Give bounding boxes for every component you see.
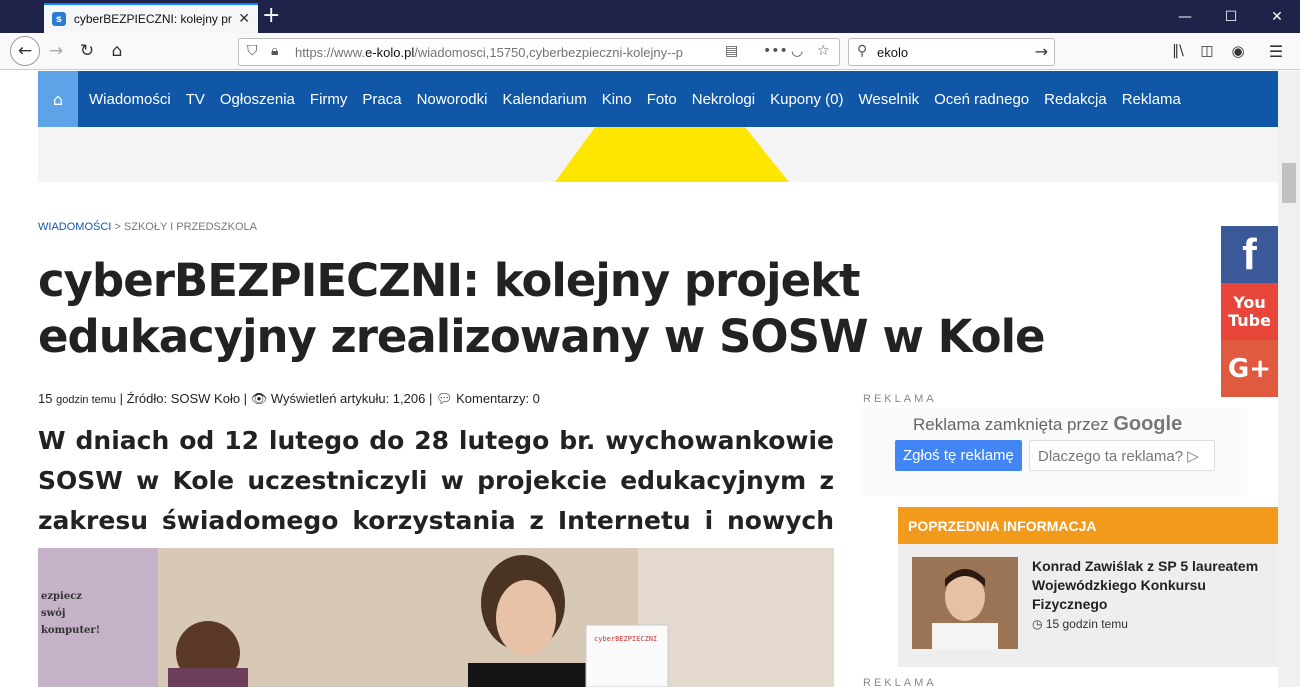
main-nav: ⌂ Wiadomości TV Ogłoszenia Firmy Praca N… [38,71,1278,127]
previous-news-thumbnail[interactable] [912,557,1018,649]
menu-icon[interactable]: ☰ [1262,37,1290,65]
web-page: ⌂ Wiadomości TV Ogłoszenia Firmy Praca N… [5,71,1278,687]
photo-illustration [38,548,834,687]
url-text[interactable]: https://www.e-kolo.pl/wiadomosci,15750,c… [295,45,705,60]
why-this-ad-button[interactable]: Dlaczego ta reklama? ▷ [1029,440,1215,471]
previous-news-time: ◷ 15 godzin temu [1032,617,1128,631]
thumbnail-illustration [912,557,1018,649]
home-nav-icon[interactable]: ⌂ [38,71,78,127]
browser-toolbar: ← → ↻ ⌂ ⛉ 🔒︎ https://www.e-kolo.pl/wiado… [0,33,1300,70]
ad-label-2: REKLAMA [863,677,937,687]
article-photo[interactable]: ezpiecz swój komputer! cyberBEZPIECZNI [38,548,834,687]
previous-news-title[interactable]: Konrad Zawiślak z SP 5 laureatem Wojewód… [1032,557,1262,614]
lock-icon[interactable]: 🔒︎ [271,43,278,59]
new-tab-icon[interactable]: + [262,4,280,28]
article-title: cyberBEZPIECZNI: kolejny projekt edukacy… [38,254,1046,363]
shield-icon[interactable]: ⛉ [247,43,258,59]
browser-tab[interactable]: s cyberBEZPIECZNI: kolejny proje ✕ [44,3,258,33]
reader-view-icon[interactable]: ▤ [725,43,738,59]
nav-item-noworodki[interactable]: Noworodki [417,91,488,108]
page-actions-icon[interactable]: ••• [763,43,788,59]
previous-news-box: POPRZEDNIA INFORMACJA Konrad Zawiślak z … [898,507,1278,667]
ad-label: REKLAMA [863,393,937,405]
nav-item-weselnik[interactable]: Weselnik [858,91,919,108]
scrollbar-thumb[interactable] [1282,163,1296,203]
back-icon[interactable]: ← [10,36,40,66]
nav-item-ogloszenia[interactable]: Ogłoszenia [220,91,295,108]
maximize-icon[interactable]: ☐ [1208,0,1254,33]
ad-slot: Reklama zamknięta przez Google Zgłoś tę … [863,408,1247,496]
meta-comments[interactable]: Komentarzy: 0 [456,391,540,406]
photo-card-text: cyberBEZPIECZNI [594,635,658,643]
nav-item-nekrologi[interactable]: Nekrologi [692,91,755,108]
search-go-icon[interactable]: → [1035,42,1048,61]
nav-item-tv[interactable]: TV [186,91,205,108]
googleplus-icon[interactable]: G+ [1221,340,1278,397]
meta-views: Wyświetleń artykułu: 1,206 | [270,391,433,406]
bookmark-star-icon[interactable]: ☆ [817,43,830,59]
facebook-icon[interactable]: f [1221,226,1278,283]
meta-source: | Źródło: SOSW Koło | [119,391,248,406]
ad-closed-message: Reklama zamknięta przez Google [913,413,1183,435]
comments-icon: 💬︎ [435,391,453,406]
top-banner[interactable] [38,127,1278,182]
search-input[interactable] [877,44,1027,60]
article-meta: 15 godzin temu | Źródło: SOSW Koło | 👁︎ … [38,391,540,407]
address-bar[interactable]: ⛉ 🔒︎ https://www.e-kolo.pl/wiadomosci,15… [238,38,840,66]
nav-item-kino[interactable]: Kino [602,91,632,108]
breadcrumb-section[interactable]: WIADOMOŚCI [38,221,111,233]
previous-news-header: POPRZEDNIA INFORMACJA [898,507,1278,544]
nav-item-kalendarium[interactable]: Kalendarium [502,91,586,108]
breadcrumb: WIADOMOŚCI > SZKOŁY I PRZEDSZKOLA [38,221,257,233]
minimize-icon[interactable]: — [1162,0,1208,33]
banner-yellow-shape [555,127,789,182]
account-icon[interactable]: ◉ [1224,37,1252,65]
google-logo: Google [1113,413,1183,435]
page-scrollbar[interactable] [1278,71,1300,687]
youtube-label-2: Tube [1228,310,1271,330]
photo-poster-text: ezpiecz swój komputer! [41,591,101,636]
youtube-label-1: You [1233,292,1266,312]
nav-item-kupony[interactable]: Kupony (0) [770,91,843,108]
pocket-icon[interactable]: ◡ [791,43,803,59]
close-window-icon[interactable]: ✕ [1254,0,1300,33]
site-favicon-icon: s [52,12,66,26]
home-icon[interactable]: ⌂ [103,37,131,65]
nav-item-redakcja[interactable]: Redakcja [1044,91,1107,108]
youtube-icon[interactable]: You Tube [1221,283,1278,340]
search-icon: ⚲ [857,43,868,59]
breadcrumb-separator: > [111,221,124,233]
nav-item-reklama[interactable]: Reklama [1122,91,1181,108]
reload-icon[interactable]: ↻ [73,37,101,65]
forward-icon[interactable]: → [42,37,70,65]
search-bar[interactable]: ⚲ → [848,38,1055,66]
nav-item-foto[interactable]: Foto [647,91,677,108]
tab-title: cyberBEZPIECZNI: kolejny proje [73,12,233,26]
browser-titlebar: s cyberBEZPIECZNI: kolejny proje ✕ + — ☐… [0,0,1300,33]
nav-item-firmy[interactable]: Firmy [310,91,348,108]
meta-time-number: 15 [38,391,53,406]
nav-item-praca[interactable]: Praca [362,91,401,108]
report-ad-button[interactable]: Zgłoś tę reklamę [895,440,1022,471]
nav-item-ocen-radnego[interactable]: Oceń radnego [934,91,1029,108]
library-icon[interactable]: ‖\ [1164,37,1192,65]
eye-icon: 👁︎ [250,391,268,406]
nav-item-wiadomosci[interactable]: Wiadomości [89,91,171,108]
breadcrumb-subsection: SZKOŁY I PRZEDSZKOLA [123,221,257,233]
meta-time-label: godzin temu [56,394,117,406]
clock-icon: ◷ [1032,617,1043,631]
sidebar-icon[interactable]: ◫ [1193,37,1221,65]
close-tab-icon[interactable]: ✕ [238,11,250,27]
